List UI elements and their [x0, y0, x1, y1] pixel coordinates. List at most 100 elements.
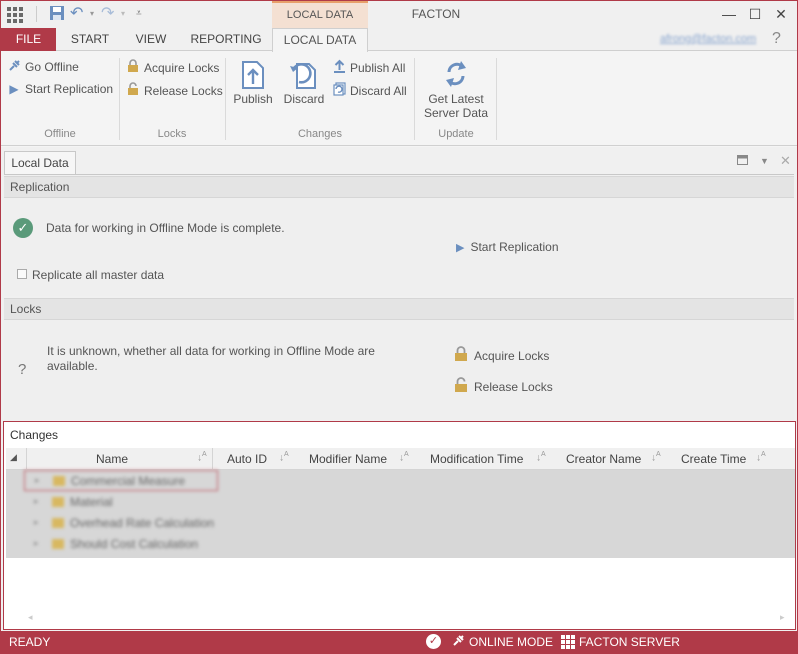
- doc-tab-local-data[interactable]: Local Data: [4, 151, 76, 175]
- sort-icon[interactable]: ↓A: [399, 451, 409, 463]
- sort-icon[interactable]: ↓A: [197, 451, 207, 463]
- tab-view[interactable]: VIEW: [126, 28, 176, 51]
- minimize-button[interactable]: —: [718, 3, 740, 25]
- user-email[interactable]: afrong@facton.com: [660, 33, 756, 45]
- server-grid-icon: [561, 635, 575, 649]
- status-online-mode[interactable]: ONLINE MODE: [469, 635, 553, 649]
- go-offline-label: Go Offline: [25, 60, 79, 74]
- expand-icon[interactable]: ▸: [34, 538, 46, 549]
- expand-icon[interactable]: ▸: [35, 475, 47, 486]
- discard-all-label: Discard All: [350, 83, 407, 98]
- table-row[interactable]: ▸ Material: [6, 491, 795, 512]
- group-label-locks: Locks: [157, 128, 187, 140]
- doc-tab-underline: [4, 174, 794, 175]
- plug-icon: [7, 59, 21, 75]
- column-modification-time[interactable]: Modification Time: [430, 452, 523, 466]
- publish-label: Publish: [233, 92, 273, 106]
- column-create-time[interactable]: Create Time: [681, 452, 746, 466]
- redo-icon[interactable]: ↷: [101, 3, 114, 23]
- upload-icon: [332, 59, 346, 76]
- acquire-locks-button[interactable]: Acquire Locks: [454, 346, 549, 365]
- release-locks-button[interactable]: Release Locks: [454, 377, 553, 396]
- expand-icon[interactable]: ▸: [34, 496, 46, 507]
- start-replication-link-label: Start Replication: [470, 240, 559, 254]
- undo-dropdown-icon[interactable]: ▾: [90, 9, 94, 18]
- changes-grid-rows: ▸ Commercial Measure ▸ Material ▸ Overhe…: [6, 470, 795, 558]
- go-offline-button[interactable]: Go Offline: [7, 59, 79, 75]
- locks-section-body: [4, 320, 794, 420]
- release-locks-link-label: Release Locks: [474, 379, 553, 394]
- acquire-locks-ribbon-button[interactable]: Acquire Locks: [126, 59, 219, 76]
- discard-all-button[interactable]: Discard All: [332, 82, 407, 99]
- group-separator: [496, 58, 497, 140]
- close-pane-icon[interactable]: ✕: [780, 153, 791, 169]
- row-name: Overhead Rate Calculation: [70, 515, 215, 530]
- sort-icon[interactable]: ↓A: [536, 451, 546, 463]
- replication-section-header: Replication: [4, 176, 794, 198]
- get-latest-label-line2: Server Data: [423, 106, 489, 120]
- tab-file[interactable]: FILE: [1, 28, 56, 51]
- replication-status-text: Data for working in Offline Mode is comp…: [46, 221, 285, 235]
- column-creator-name[interactable]: Creator Name: [566, 452, 641, 466]
- play-icon: ▶: [456, 241, 465, 254]
- folder-icon: [52, 538, 64, 549]
- column-modifier-name[interactable]: Modifier Name: [309, 452, 387, 466]
- row-name: Commercial Measure: [71, 473, 186, 488]
- get-latest-server-data-button[interactable]: Get Latest Server Data: [420, 58, 492, 120]
- checkmark-icon: ✓: [13, 218, 33, 238]
- maximize-button[interactable]: ☐: [744, 3, 766, 25]
- column-name[interactable]: Name: [96, 452, 128, 466]
- context-tab-local-data: LOCAL DATA: [272, 0, 368, 28]
- publish-button[interactable]: Publish: [230, 58, 276, 106]
- title-bar: [0, 0, 798, 28]
- acquire-locks-link-label: Acquire Locks: [474, 348, 550, 363]
- tab-reporting[interactable]: REPORTING: [186, 28, 266, 51]
- sort-icon[interactable]: ↓A: [279, 451, 289, 463]
- status-ready: READY: [9, 635, 51, 649]
- row-name: Material: [70, 494, 113, 509]
- replicate-all-checkbox[interactable]: [17, 269, 27, 279]
- publish-all-button[interactable]: Publish All: [332, 59, 405, 76]
- scroll-right-icon[interactable]: ▸: [780, 612, 785, 623]
- publish-icon: [230, 58, 276, 92]
- discard-button[interactable]: Discard: [280, 58, 328, 106]
- table-row[interactable]: ▸ Overhead Rate Calculation: [6, 512, 795, 533]
- acquire-locks-label: Acquire Locks: [144, 60, 220, 75]
- folder-icon: [52, 496, 64, 507]
- grid-corner-arrow-icon: ◢: [10, 452, 17, 462]
- lock-icon: [126, 59, 140, 76]
- status-server[interactable]: FACTON SERVER: [579, 635, 680, 649]
- publish-all-label: Publish All: [350, 60, 406, 75]
- tab-start[interactable]: START: [62, 28, 118, 51]
- group-separator: [225, 58, 226, 140]
- start-replication-button[interactable]: ▶ Start Replication: [456, 240, 559, 254]
- scroll-left-icon[interactable]: ◂: [28, 612, 33, 623]
- customize-qat-icon[interactable]: ⩡: [136, 8, 142, 19]
- question-mark-icon: ?: [18, 361, 27, 378]
- redo-dropdown-icon[interactable]: ▾: [121, 9, 125, 18]
- save-icon[interactable]: [49, 5, 65, 24]
- pane-dropdown-icon[interactable]: ▼: [760, 156, 769, 166]
- app-menu-icon[interactable]: [7, 7, 23, 23]
- expand-icon[interactable]: ▸: [34, 517, 46, 528]
- sort-icon[interactable]: ↓A: [651, 451, 661, 463]
- help-icon[interactable]: ?: [772, 30, 781, 48]
- locks-section-header: Locks: [4, 298, 794, 320]
- table-row[interactable]: ▸ Commercial Measure: [24, 470, 218, 491]
- group-label-offline: Offline: [44, 128, 76, 140]
- window-list-icon[interactable]: [737, 155, 748, 168]
- discard-icon: [280, 58, 328, 92]
- release-locks-ribbon-button[interactable]: Release Locks: [126, 82, 223, 99]
- sort-icon[interactable]: ↓A: [756, 451, 766, 463]
- row-name: Should Cost Calculation: [70, 536, 199, 551]
- tab-local-data[interactable]: LOCAL DATA: [272, 28, 368, 52]
- start-replication-ribbon-button[interactable]: ▶ Start Replication: [7, 82, 113, 96]
- close-button[interactable]: ✕: [770, 3, 792, 25]
- column-auto-id[interactable]: Auto ID: [227, 452, 267, 466]
- undo-icon[interactable]: ↶: [70, 3, 83, 23]
- locks-status-line1: It is unknown, whether all data for work…: [47, 344, 375, 358]
- qat-separator: [36, 6, 37, 22]
- table-row[interactable]: ▸ Should Cost Calculation: [6, 533, 795, 554]
- discard-all-icon: [332, 82, 346, 99]
- lock-icon: [454, 346, 468, 365]
